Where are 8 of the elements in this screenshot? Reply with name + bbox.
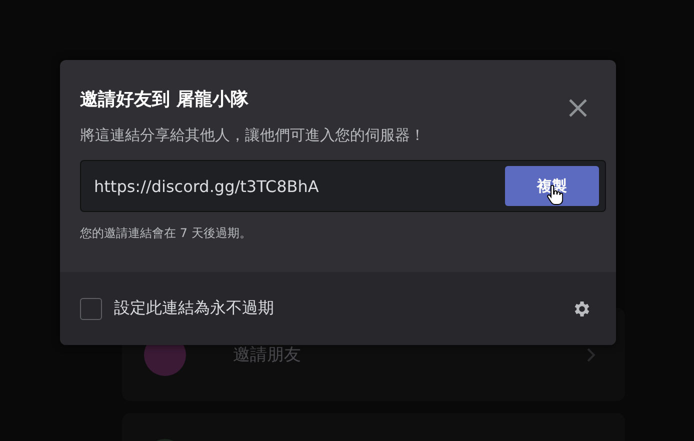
close-icon[interactable]: [568, 98, 588, 118]
dialog-description: 將這連結分享給其他人，讓他們可進入您的伺服器！: [80, 126, 426, 145]
never-expire-label: 設定此連結為永不過期: [114, 298, 274, 319]
dialog-title: 邀請好友到 屠龍小隊: [80, 88, 248, 111]
settings-icon[interactable]: [572, 298, 592, 318]
chevron-icon: [587, 348, 595, 362]
never-expire-checkbox[interactable]: [80, 298, 102, 320]
expiry-note: 您的邀請連結會在 7 天後過期。: [80, 225, 252, 242]
